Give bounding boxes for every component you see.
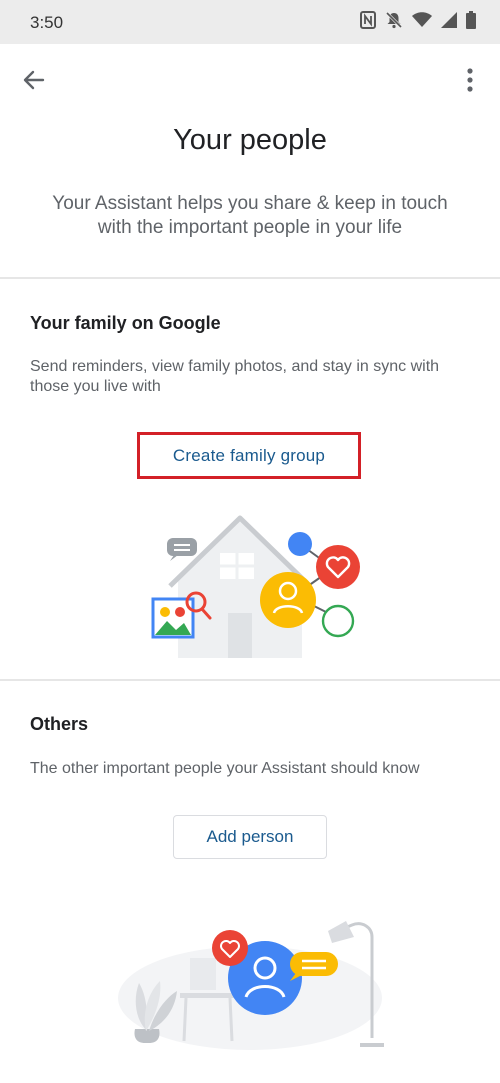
back-button[interactable]: [18, 64, 50, 96]
app-bar: [0, 44, 500, 114]
add-person-button[interactable]: Add person: [173, 815, 327, 859]
divider: [0, 277, 500, 279]
status-time: 3:50: [30, 13, 64, 32]
notifications-off-icon: [385, 11, 403, 29]
divider: [0, 679, 500, 681]
back-arrow-icon: [23, 70, 45, 90]
more-vert-icon: [467, 68, 473, 92]
family-section-description: Send reminders, view family photos, and …: [30, 358, 440, 395]
nfc-icon: [360, 11, 376, 29]
others-illustration: [118, 921, 384, 1050]
others-section-title: Others: [30, 714, 89, 734]
family-illustration: [151, 515, 360, 658]
page-subtitle: Your Assistant helps you share & keep in…: [52, 193, 448, 238]
wifi-icon: [412, 12, 432, 27]
page-title: Your people: [173, 124, 327, 156]
status-icons: [360, 11, 476, 29]
family-section-title: Your family on Google: [30, 313, 221, 333]
status-bar: 3:50: [0, 0, 500, 44]
others-section-description: The other important people your Assistan…: [30, 760, 420, 777]
signal-icon: [441, 12, 457, 28]
battery-icon: [466, 11, 476, 29]
more-options-button[interactable]: [454, 64, 486, 96]
create-family-group-button[interactable]: Create family group: [137, 432, 361, 479]
